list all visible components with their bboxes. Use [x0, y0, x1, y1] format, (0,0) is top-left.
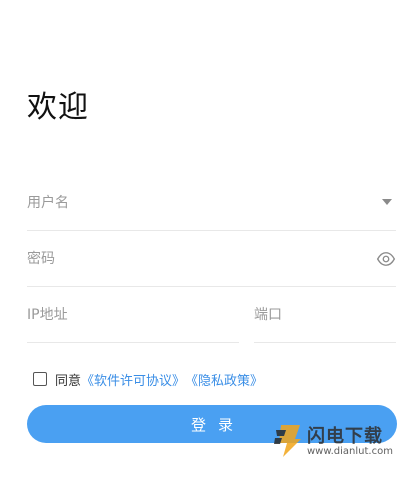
license-agreement-link[interactable]: 《软件许可协议》 [81, 370, 185, 389]
chevron-down-icon[interactable] [382, 199, 392, 205]
agreement-checkbox[interactable] [33, 372, 47, 386]
username-field[interactable] [27, 175, 396, 231]
privacy-policy-link[interactable]: 《隐私政策》 [185, 370, 263, 389]
username-input[interactable] [27, 175, 396, 230]
agreement-row: 同意 《软件许可协议》 《隐私政策》 [33, 369, 263, 389]
ip-address-input[interactable] [27, 287, 239, 342]
watermark-title: 闪电下载 [307, 426, 383, 447]
password-input[interactable] [27, 231, 396, 286]
watermark-url: www.dianlut.com [307, 446, 393, 457]
watermark: 闪电下载 www.dianlut.com [273, 424, 413, 464]
page-title: 欢迎 [27, 90, 89, 125]
port-input[interactable] [254, 287, 396, 342]
agreement-prefix: 同意 [55, 373, 82, 389]
password-field[interactable] [27, 231, 396, 287]
lightning-logo-icon [274, 425, 301, 457]
login-page: 欢迎 同意 《软件许可协议》 《隐私政策》 登录 闪电下载 www.dianlu… [0, 0, 419, 480]
eye-icon[interactable] [376, 249, 396, 269]
ip-address-field[interactable] [27, 287, 239, 343]
port-field[interactable] [254, 287, 396, 343]
